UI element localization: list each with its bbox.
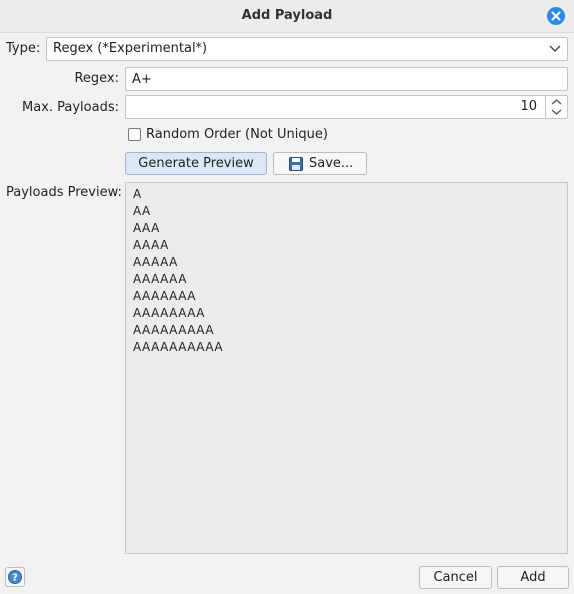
floppy-disk-icon (289, 157, 303, 171)
spinner-arrows-icon (551, 99, 562, 115)
chevron-down-icon (549, 45, 561, 52)
preview-line: AAAAAAAA (133, 306, 206, 320)
type-select[interactable]: Regex (*Experimental*) (46, 37, 568, 61)
close-icon (551, 11, 561, 21)
max-payloads-spinner[interactable]: 10 (125, 95, 568, 119)
payloads-preview-area[interactable]: A AA AAA AAAA AAAAA AAAAAA AAAAAAA AAAAAAAA AAAA… (125, 182, 568, 554)
spinner-buttons[interactable] (545, 96, 567, 118)
preview-line: AA (133, 204, 151, 218)
max-payloads-value: 10 (520, 99, 537, 114)
preview-line: AAAAAAA (133, 289, 196, 303)
help-button[interactable]: ? (5, 567, 25, 587)
title-bar: Add Payload (0, 0, 574, 33)
preview-line: AAAA (133, 238, 169, 252)
preview-line: AAAAAAAAA (133, 323, 215, 337)
preview-line: AAAAAAAAAA (133, 340, 224, 354)
payloads-preview-label: Payloads Preview: (6, 185, 122, 200)
cancel-button[interactable]: Cancel (419, 566, 492, 589)
generate-preview-button[interactable]: Generate Preview (125, 152, 267, 175)
preview-list: A AA AAA AAAA AAAAA AAAAAA AAAAAAA AAAAAAAA AAAA… (133, 186, 223, 356)
random-order-checkbox[interactable] (128, 128, 141, 141)
window-title: Add Payload (241, 8, 333, 23)
random-order-label[interactable]: Random Order (Not Unique) (146, 127, 328, 142)
save-button-label: Save... (309, 156, 354, 171)
preview-line: AAAAA (133, 255, 178, 269)
save-button[interactable]: Save... (273, 152, 367, 175)
preview-line: AAAAAA (133, 272, 187, 286)
regex-input[interactable] (126, 68, 567, 90)
regex-field[interactable] (125, 67, 568, 91)
preview-line: AAA (133, 221, 160, 235)
type-label: Type: (6, 41, 41, 56)
svg-text:?: ? (12, 573, 18, 584)
help-icon: ? (8, 570, 22, 584)
max-payloads-label: Max. Payloads: (22, 100, 119, 115)
close-button[interactable] (547, 7, 565, 25)
preview-line: A (133, 187, 142, 201)
regex-label: Regex: (74, 71, 119, 86)
type-select-value: Regex (*Experimental*) (53, 41, 208, 56)
add-button[interactable]: Add (497, 566, 569, 589)
